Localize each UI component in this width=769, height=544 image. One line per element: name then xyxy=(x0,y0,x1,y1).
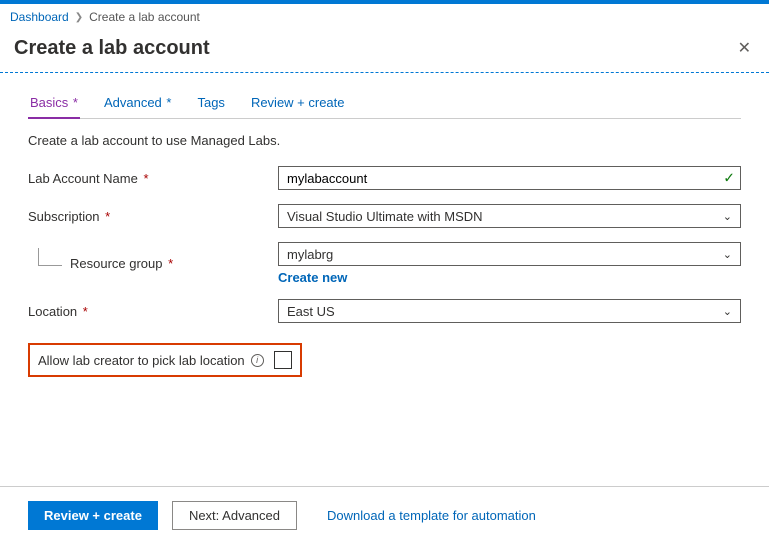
subscription-select[interactable]: Visual Studio Ultimate with MSDN ⌄ xyxy=(278,204,741,228)
description-text: Create a lab account to use Managed Labs… xyxy=(28,133,741,148)
download-template-link[interactable]: Download a template for automation xyxy=(327,508,536,523)
lab-account-name-input[interactable] xyxy=(278,166,741,190)
footer: Review + create Next: Advanced Download … xyxy=(0,486,769,544)
breadcrumb-root[interactable]: Dashboard xyxy=(10,10,69,24)
allow-pick-row-highlight: Allow lab creator to pick lab location i xyxy=(28,343,302,377)
chevron-down-icon: ⌄ xyxy=(723,305,732,318)
tab-tags[interactable]: Tags xyxy=(195,89,226,118)
checkmark-icon: ✓ xyxy=(723,170,735,187)
location-select[interactable]: East US ⌄ xyxy=(278,299,741,323)
allow-pick-location-checkbox[interactable] xyxy=(274,351,292,369)
label-lab-account-name: Lab Account Name * xyxy=(28,171,278,186)
label-subscription: Subscription * xyxy=(28,209,278,224)
close-icon[interactable]: ✕ xyxy=(734,34,755,62)
resource-group-select[interactable]: mylabrg ⌄ xyxy=(278,242,741,266)
review-create-button[interactable]: Review + create xyxy=(28,501,158,530)
tab-advanced[interactable]: Advanced * xyxy=(102,89,174,118)
create-new-link[interactable]: Create new xyxy=(278,270,347,285)
tab-review-create[interactable]: Review + create xyxy=(249,89,347,118)
info-icon[interactable]: i xyxy=(251,354,264,367)
chevron-down-icon: ⌄ xyxy=(723,210,732,223)
next-advanced-button[interactable]: Next: Advanced xyxy=(172,501,297,530)
tree-indent-icon xyxy=(38,248,62,266)
label-allow-pick-location: Allow lab creator to pick lab location xyxy=(38,353,245,368)
tab-basics[interactable]: Basics * xyxy=(28,89,80,118)
chevron-right-icon: ❯ xyxy=(75,12,83,23)
tabs: Basics * Advanced * Tags Review + create xyxy=(28,89,741,119)
breadcrumb-current: Create a lab account xyxy=(89,10,200,24)
page-title: Create a lab account xyxy=(14,37,210,60)
label-resource-group: Resource group * xyxy=(70,256,173,271)
breadcrumb: Dashboard ❯ Create a lab account xyxy=(0,4,769,30)
chevron-down-icon: ⌄ xyxy=(723,248,732,261)
label-location: Location * xyxy=(28,304,278,319)
